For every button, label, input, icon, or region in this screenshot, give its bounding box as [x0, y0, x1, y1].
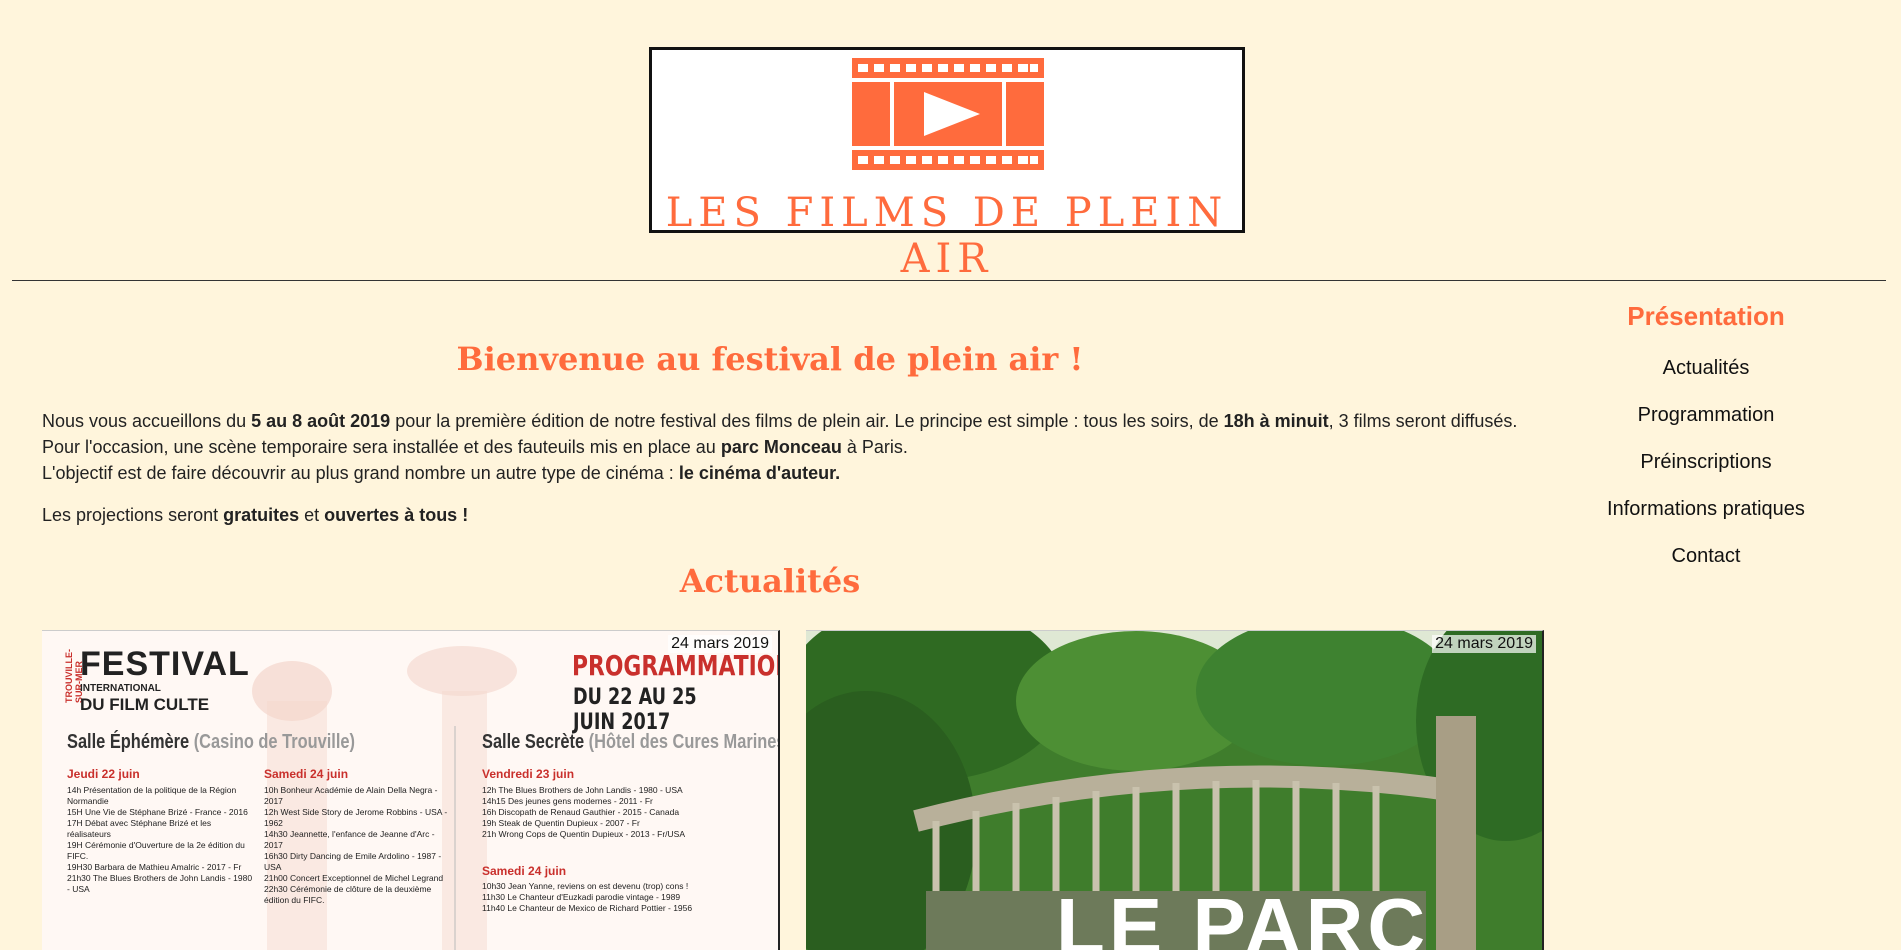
poster-day: Jeudi 22 juin [67, 767, 140, 781]
salle-name: Salle Éphémère [67, 731, 190, 753]
nav-item-programmation[interactable]: Programmation [1570, 395, 1842, 442]
text: à Paris. [841, 437, 908, 457]
schedule-row: 21h30 The Blues Brothers de John Landis … [67, 873, 253, 894]
poster-dates: DU 22 AU 25 JUIN 2017 [573, 685, 697, 735]
poster-vertical-text: TROUVILLE-SUR-MER [64, 649, 84, 703]
schedule-row: 19h Steak de Quentin Dupieux - 2007 - Fr [482, 818, 640, 828]
schedule-row: 10h30 Jean Yanne, reviens on est devenu … [482, 881, 689, 891]
schedule-row: 15H Une Vie de Stéphane Brizé - France -… [67, 807, 248, 817]
poster-schedule-col4: 10h30 Jean Yanne, reviens on est devenu … [482, 881, 762, 914]
poster-intl: INTERNATIONAL [80, 683, 161, 694]
schedule-row: 21h Wrong Cops de Quentin Dupieux - 2013… [482, 829, 686, 839]
nav-item-preinscriptions[interactable]: Préinscriptions [1570, 442, 1842, 489]
schedule-row: 12h The Blues Brothers de John Landis - … [482, 785, 683, 795]
schedule-row: 10h Bonheur Académie de Alain Della Negr… [264, 785, 438, 806]
intro-line-1: Nous vous accueillons du 5 au 8 août 201… [42, 408, 1552, 434]
poster-programmation: PROGRAMMATION [572, 649, 780, 682]
poster-festival: FESTIVAL [80, 645, 250, 683]
salle-name: Salle Secrète [482, 731, 585, 753]
text: pour la première édition de notre festiv… [390, 411, 1224, 431]
free-bold: gratuites [223, 505, 300, 525]
poster-day: Samedi 24 juin [264, 767, 349, 781]
salle-place: (Hôtel des Cures Marines) [584, 731, 780, 753]
site-logo[interactable]: LES FILMS DE PLEIN AIR [649, 47, 1245, 282]
text: L'objectif est de faire découvrir au plu… [42, 463, 679, 483]
card-date: 24 mars 2019 [668, 635, 772, 653]
dates-bold: 5 au 8 août 2019 [251, 411, 391, 431]
side-nav: Présentation Actualités Programmation Pr… [1570, 296, 1842, 583]
text: et [299, 505, 325, 525]
poster-salle-secrete: Salle Secrète (Hôtel des Cures Marines) [482, 731, 780, 754]
welcome-title: Bienvenue au festival de plein air ! [456, 340, 1084, 378]
poster-day: Samedi 24 juin [482, 864, 567, 878]
poster-schedule-col3: 12h The Blues Brothers de John Landis - … [482, 785, 762, 840]
schedule-row: 12h West Side Story de Jerome Robbins - … [264, 807, 448, 828]
news-card-program[interactable]: 24 mars 2019 TROUVILLE-SUR-MER FESTIVAL … [42, 630, 780, 950]
intro-line-4: Les projections seront gratuites et ouve… [42, 502, 1552, 528]
schedule-row: 19H Cérémonie d'Ouverture de la 2e éditi… [67, 840, 245, 861]
text: Pour l'occasion, une scène temporaire se… [42, 437, 721, 457]
park-overlay-text: LE PARC [1056, 882, 1430, 950]
nav-item-presentation[interactable]: Présentation [1570, 296, 1842, 348]
poster-schedule-col2: 10h Bonheur Académie de Alain Della Negr… [264, 785, 454, 906]
schedule-row: 16h30 Dirty Dancing de Emile Ardolino - … [264, 851, 442, 872]
header-divider [12, 280, 1886, 281]
news-title: Actualités [679, 562, 861, 600]
logo-text: LES FILMS DE PLEIN AIR [665, 190, 1229, 282]
schedule-row: 22h30 Cérémonie de clôture de la deuxièm… [264, 884, 432, 905]
nav-item-informations-pratiques[interactable]: Informations pratiques [1570, 489, 1842, 536]
intro-line-2: Pour l'occasion, une scène temporaire se… [42, 434, 1552, 460]
nav-item-actualites[interactable]: Actualités [1570, 348, 1842, 395]
schedule-row: 14h30 Jeannette, l'enfance de Jeanne d'A… [264, 829, 435, 850]
hours-bold: 18h à minuit [1223, 411, 1329, 431]
schedule-row: 21h00 Concert Exceptionnel de Michel Leg… [264, 873, 444, 883]
poster-salle-ephemere: Salle Éphémère (Casino de Trouville) [67, 731, 355, 754]
welcome-text: Nous vous accueillons du 5 au 8 août 201… [42, 408, 1552, 528]
schedule-row: 11h40 Le Chanteur de Mexico de Richard P… [482, 903, 693, 913]
news-card-park[interactable]: 24 mars 2019 LE PARC [806, 630, 1544, 950]
schedule-row: 19H30 Barbara de Mathieu Amalric - 2017 … [67, 862, 242, 872]
schedule-row: 17H Débat avec Stéphane Brizé et les réa… [67, 818, 212, 839]
poster-schedule-col1: 14h Présentation de la politique de la R… [67, 785, 257, 895]
intro-line-3: L'objectif est de faire découvrir au plu… [42, 460, 1552, 486]
poster-film: DU FILM CULTE [80, 695, 210, 714]
nav-item-contact[interactable]: Contact [1570, 536, 1842, 583]
open-bold: ouvertes à tous ! [324, 505, 469, 525]
film-play-icon [852, 58, 1044, 170]
salle-place: (Casino de Trouville) [189, 731, 356, 753]
schedule-row: 11h30 Le Chanteur d'Euzkadi parodie vint… [482, 892, 681, 902]
place-bold: parc Monceau [720, 437, 842, 457]
schedule-row: 16h Discopath de Renaud Gauthier - 2015 … [482, 807, 680, 817]
cinema-bold: le cinéma d'auteur. [678, 463, 841, 483]
schedule-row: 14h15 Des jeunes gens modernes - 2011 - … [482, 796, 653, 806]
schedule-row: 14h Présentation de la politique de la R… [67, 785, 237, 806]
card-date: 24 mars 2019 [1432, 635, 1536, 653]
text: , 3 films seront diffusés. [1328, 411, 1518, 431]
poster-day: Vendredi 23 juin [482, 767, 575, 781]
text: Les projections seront [42, 505, 224, 525]
text: Nous vous accueillons du [42, 411, 252, 431]
